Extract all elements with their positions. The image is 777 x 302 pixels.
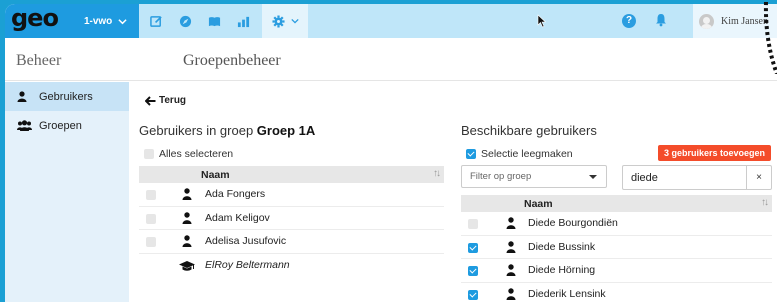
caret-down-icon	[589, 175, 597, 179]
header-band: Beheer Groepenbeheer	[5, 38, 777, 81]
decorative-dotted-line	[763, 2, 777, 74]
user-icon	[506, 217, 516, 229]
table-row[interactable]: Diede Bussink	[461, 236, 772, 259]
column-header-naam[interactable]: Naam	[524, 198, 553, 210]
add-users-button[interactable]: 3 gebruikers toevoegen	[658, 145, 772, 161]
table-row[interactable]: Ada Fongers	[139, 183, 444, 207]
sort-icon[interactable]: ↑↓	[761, 197, 769, 208]
group-members-table: Naam ↑↓ Ada Fongers Adam Keligov Adelisa…	[139, 166, 444, 277]
checkbox[interactable]	[144, 149, 154, 159]
geo-logo[interactable]: geo	[11, 6, 59, 30]
arrow-left-icon	[145, 95, 156, 106]
available-users-heading: Beschikbare gebruikers	[461, 123, 597, 138]
back-link[interactable]: Terug	[145, 95, 186, 106]
group-heading-name: Groep 1A	[256, 123, 316, 138]
user-icon	[182, 235, 192, 247]
class-selector[interactable]: 1-vwo	[84, 16, 127, 27]
row-checkbox[interactable]	[146, 190, 156, 200]
row-checkbox[interactable]	[468, 289, 478, 300]
main-nav	[139, 4, 308, 38]
table-row[interactable]: Adelisa Jusufovic	[139, 230, 444, 254]
gear-icon	[271, 14, 285, 28]
sidebar-item-gebruikers[interactable]: Gebruikers	[5, 82, 129, 111]
user-icon	[17, 91, 33, 102]
sort-icon[interactable]: ↑↓	[433, 168, 441, 179]
clear-selection-label: Selectie leegmaken	[481, 148, 573, 160]
row-checkbox[interactable]	[468, 242, 478, 253]
user-name-cell: Adelisa Jusufovic	[205, 235, 287, 248]
column-header-naam[interactable]: Naam	[201, 169, 230, 181]
user-icon	[506, 240, 516, 253]
chart-icon[interactable]	[231, 4, 255, 38]
user-icon	[506, 264, 516, 276]
book-icon[interactable]	[202, 4, 226, 38]
group-filter-select[interactable]: Filter op groep	[461, 165, 607, 188]
group-filter-placeholder: Filter op groep	[470, 171, 532, 182]
user-name-cell: Ada Fongers	[205, 188, 266, 201]
user-icon	[506, 287, 516, 300]
brand-block: geo 1-vwo	[5, 4, 139, 38]
sidebar-item-label: Gebruikers	[39, 90, 93, 103]
select-all-checkbox[interactable]: Alles selecteren	[144, 148, 233, 160]
available-users-table: Naam ↑↓ Diede Bourgondiën Diede Bussink …	[461, 195, 772, 302]
user-name-cell: Diede Hörning	[528, 264, 596, 277]
user-name-cell: Diederik Lensink	[528, 288, 606, 301]
table-row[interactable]: Diede Bourgondiën	[461, 212, 772, 236]
row-checkbox[interactable]	[468, 219, 478, 229]
back-link-label: Terug	[159, 95, 187, 106]
table-header: Naam ↑↓	[139, 166, 444, 183]
mouse-cursor-icon	[537, 14, 547, 28]
group-heading-prefix: Gebruikers in groep	[139, 123, 257, 138]
clear-search-button[interactable]: ×	[746, 166, 771, 189]
avatar	[699, 13, 714, 29]
sidebar-item-label: Groepen	[39, 119, 82, 132]
user-name-cell: ElRoy Beltermann	[205, 259, 290, 272]
checkbox[interactable]	[466, 149, 476, 159]
class-selector-label: 1-vwo	[83, 15, 113, 27]
help-icon[interactable]: ?	[622, 14, 636, 28]
table-row[interactable]: Diede Hörning	[461, 259, 772, 283]
settings-menu[interactable]	[262, 4, 308, 38]
sidebar: Gebruikers Groepen	[5, 82, 129, 302]
chevron-down-icon	[290, 18, 299, 24]
section-title: Beheer	[16, 52, 62, 69]
clear-selection-checkbox[interactable]: Selectie leegmaken	[466, 148, 573, 160]
users-icon	[17, 120, 33, 131]
select-all-label: Alles selecteren	[159, 148, 234, 160]
user-icon	[182, 188, 192, 200]
user-name-cell: Adam Keligov	[205, 211, 270, 224]
edit-icon[interactable]	[144, 4, 168, 38]
table-row[interactable]: Diederik Lensink	[461, 283, 772, 302]
user-name-cell: Diede Bourgondiën	[528, 217, 618, 230]
group-members-heading: Gebruikers in groep Groep 1A	[139, 123, 315, 138]
row-checkbox[interactable]	[146, 213, 156, 224]
table-row[interactable]: Adam Keligov	[139, 207, 444, 230]
table-row[interactable]: ElRoy Beltermann	[139, 254, 444, 278]
graduation-cap-icon	[179, 260, 195, 271]
sidebar-item-groepen[interactable]: Groepen	[5, 111, 129, 140]
user-icon	[182, 211, 192, 224]
bell-icon[interactable]	[655, 13, 667, 27]
row-checkbox[interactable]	[146, 237, 156, 247]
chevron-down-icon	[118, 18, 127, 24]
table-header: Naam ↑↓	[461, 195, 772, 212]
top-bar: geo 1-vwo ? Kim Jansen	[5, 4, 777, 38]
user-name-cell: Diede Bussink	[528, 240, 596, 253]
app-window: geo 1-vwo ? Kim Jansen Beheer Groepenbeh…	[5, 4, 777, 302]
page-title: Groepenbeheer	[183, 52, 281, 69]
compass-icon[interactable]	[173, 4, 197, 38]
row-checkbox[interactable]	[468, 266, 478, 276]
